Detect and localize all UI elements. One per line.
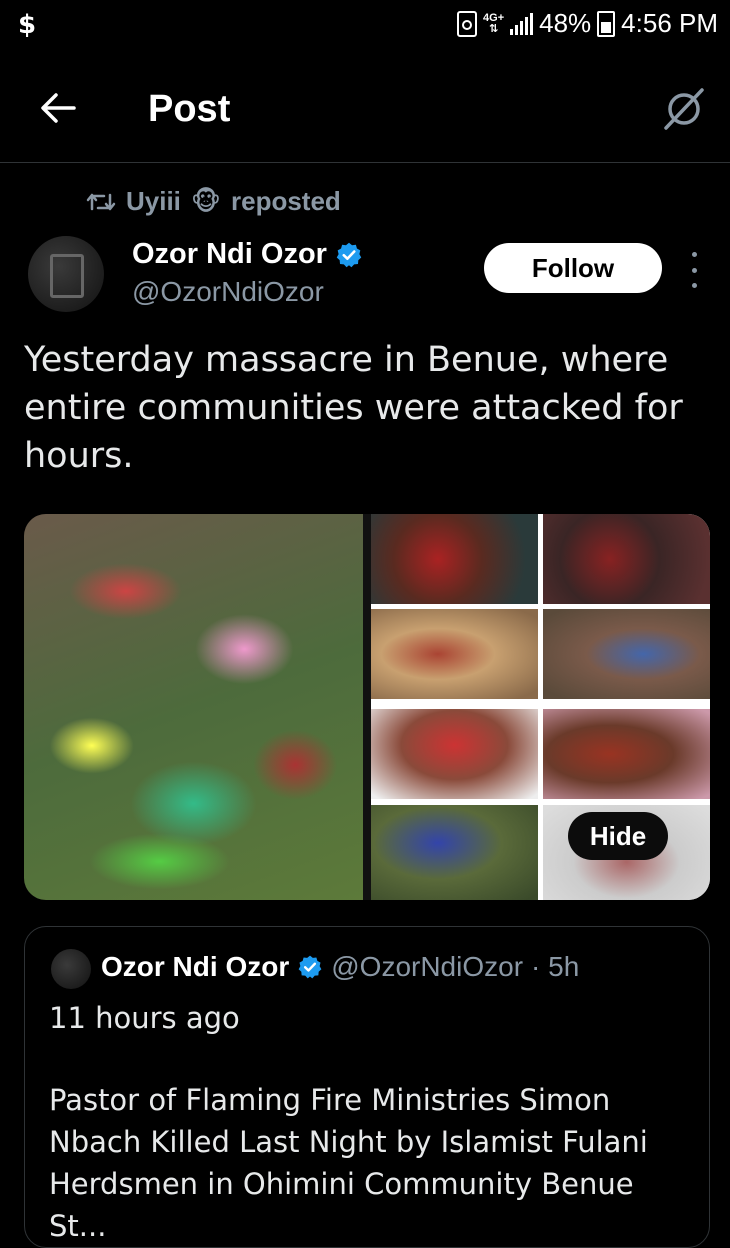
reposter-name: Uyiii: [126, 186, 181, 216]
quoted-text: Pastor of Flaming Fire Ministries Simon …: [49, 1083, 648, 1243]
collage-tile: [371, 514, 538, 604]
more-options-icon[interactable]: [684, 252, 704, 288]
repost-icon: [86, 193, 116, 210]
network-type: 4G+ ⇅: [483, 11, 505, 35]
follow-button[interactable]: Follow: [484, 243, 662, 293]
clock: 4:56 PM: [621, 8, 718, 38]
status-bar: $ 4G+ ⇅ 48% 4:56 PM: [0, 0, 730, 50]
collage-tile: [543, 514, 710, 604]
arrow-left-icon[interactable]: [36, 86, 80, 130]
quoted-post[interactable]: Ozor Ndi Ozor @OzorNdiOzor · 5h 11 hours…: [24, 926, 710, 1248]
collage-tile: [371, 709, 538, 799]
grok-icon[interactable]: [660, 84, 708, 132]
quoted-time: · 5h: [531, 951, 580, 982]
quoted-avatar: [51, 949, 91, 989]
author-name: Ozor Ndi Ozor: [132, 238, 327, 270]
collage-tile: [543, 709, 710, 799]
repost-label: reposted: [230, 186, 341, 216]
battery-icon: [597, 10, 616, 37]
media-image-main[interactable]: [24, 514, 363, 900]
verified-badge-icon: [336, 242, 362, 267]
post-header: Post: [0, 60, 730, 163]
verified-badge-icon: [298, 955, 322, 979]
author-name-row[interactable]: Ozor Ndi Ozor: [132, 238, 363, 271]
collage-tile: [543, 609, 710, 699]
monkey-emoji: 🐵: [190, 186, 221, 216]
author-handle[interactable]: @OzorNdiOzor: [132, 276, 324, 308]
battery-saver-icon: [457, 10, 478, 37]
collage-tile: [371, 609, 538, 699]
quoted-author-name: Ozor Ndi Ozor: [101, 951, 290, 982]
signal-icon: [510, 12, 534, 35]
page-title: Post: [148, 88, 231, 130]
battery-percent: 48%: [539, 8, 592, 38]
app-notification-icon: $: [18, 10, 37, 40]
media-gallery[interactable]: Hide: [24, 514, 710, 900]
post-text: Yesterday massacre in Benue, where entir…: [24, 340, 683, 476]
collage-tile: [371, 805, 538, 900]
quoted-header: Ozor Ndi Ozor @OzorNdiOzor · 5h: [101, 951, 579, 983]
quoted-subtitle: 11 hours ago: [49, 1001, 240, 1035]
avatar[interactable]: [28, 236, 104, 312]
hide-media-button[interactable]: Hide: [568, 812, 668, 860]
status-icons: 4G+ ⇅ 48% 4:56 PM: [457, 8, 718, 39]
quoted-handle: @OzorNdiOzor: [331, 951, 524, 982]
repost-indicator[interactable]: Uyiii 🐵 reposted: [86, 186, 341, 217]
